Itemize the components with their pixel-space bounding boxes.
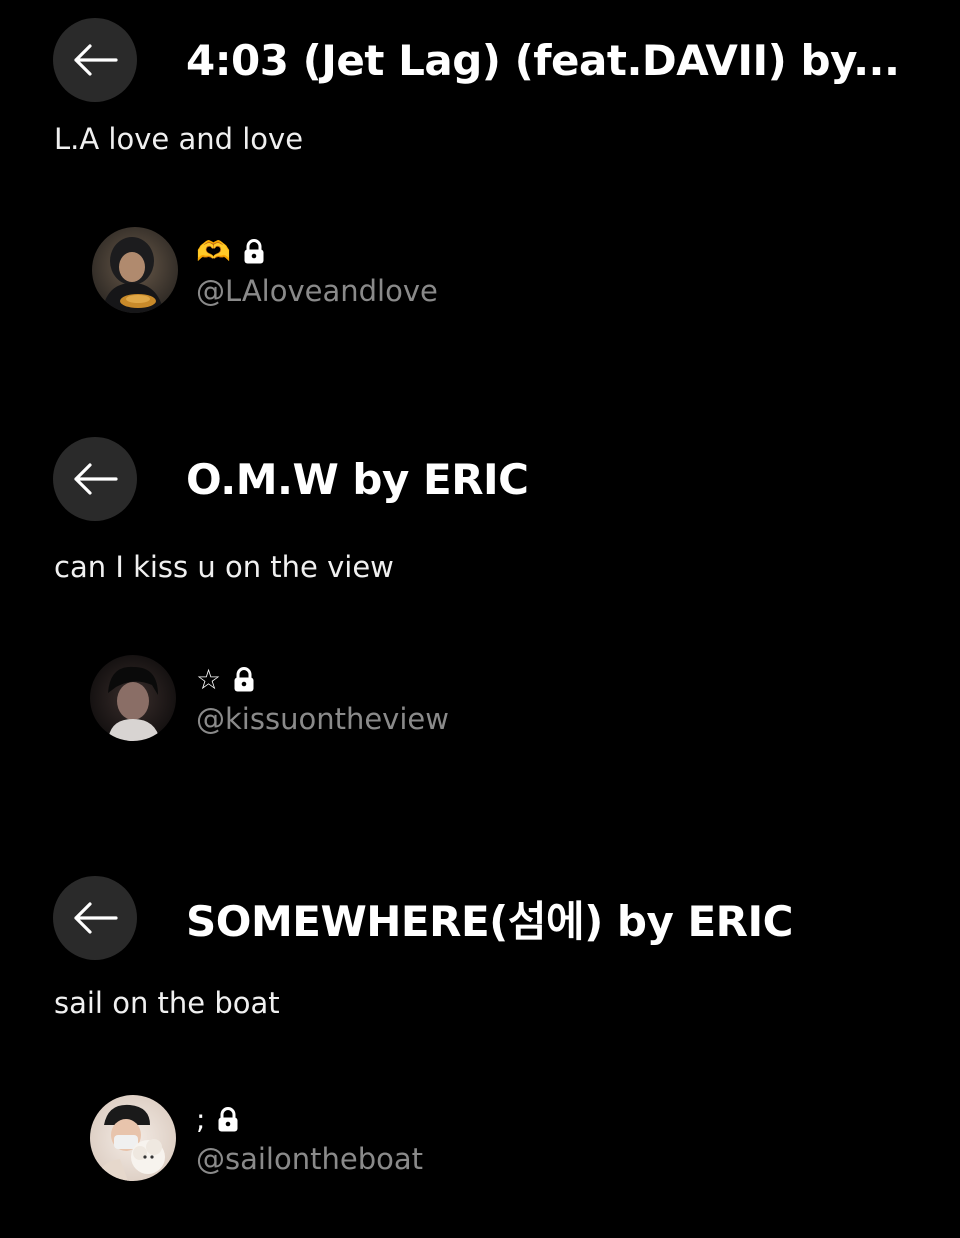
profile-card[interactable]: ☆ @kissuontheview (90, 655, 449, 741)
post-section-1: 4:03 (Jet Lag) (feat.DAVII) by... L.A lo… (0, 0, 960, 380)
back-button[interactable] (53, 18, 137, 102)
lock-icon (233, 667, 255, 693)
song-title: O.M.W by ERIC (186, 454, 529, 504)
name-row: ☆ (196, 660, 449, 700)
display-name: ☆ (196, 663, 222, 696)
song-title: 4:03 (Jet Lag) (feat.DAVII) by... (186, 35, 900, 85)
post-caption: can I kiss u on the view (54, 550, 394, 584)
post-caption: L.A love and love (54, 122, 304, 156)
profile-card[interactable]: 🫶 @LAloveandlove (92, 227, 438, 313)
post-header: 4:03 (Jet Lag) (feat.DAVII) by... (53, 18, 900, 102)
lock-icon (217, 1107, 239, 1133)
arrow-left-icon (74, 902, 118, 934)
profile-info: 🫶 @LAloveandlove (196, 232, 438, 309)
name-row: 🫶 (196, 232, 438, 272)
post-section-2: O.M.W by ERIC can I kiss u on the view ☆ (0, 419, 960, 799)
song-title: SOMEWHERE(섬에) by ERIC (186, 896, 793, 946)
post-section-3: SOMEWHERE(섬에) by ERIC sail on the boat ;… (0, 858, 960, 1238)
profile-info: ☆ @kissuontheview (196, 660, 449, 737)
avatar[interactable] (90, 1095, 176, 1181)
arrow-left-icon (74, 463, 118, 495)
back-button[interactable] (53, 876, 137, 960)
display-name: ; (196, 1103, 206, 1136)
post-header: O.M.W by ERIC (53, 437, 529, 521)
lock-icon (243, 239, 265, 265)
post-caption: sail on the boat (54, 986, 280, 1020)
username-handle[interactable]: @LAloveandlove (196, 274, 438, 308)
username-handle[interactable]: @kissuontheview (196, 702, 449, 736)
avatar[interactable] (90, 655, 176, 741)
avatar[interactable] (92, 227, 178, 313)
username-handle[interactable]: @sailontheboat (196, 1142, 423, 1176)
name-row: ; (196, 1100, 423, 1140)
post-header: SOMEWHERE(섬에) by ERIC (53, 876, 793, 960)
arrow-left-icon (74, 44, 118, 76)
back-button[interactable] (53, 437, 137, 521)
profile-card[interactable]: ; @sailontheboat (90, 1095, 423, 1181)
profile-info: ; @sailontheboat (196, 1100, 423, 1177)
display-name: 🫶 (196, 235, 231, 268)
